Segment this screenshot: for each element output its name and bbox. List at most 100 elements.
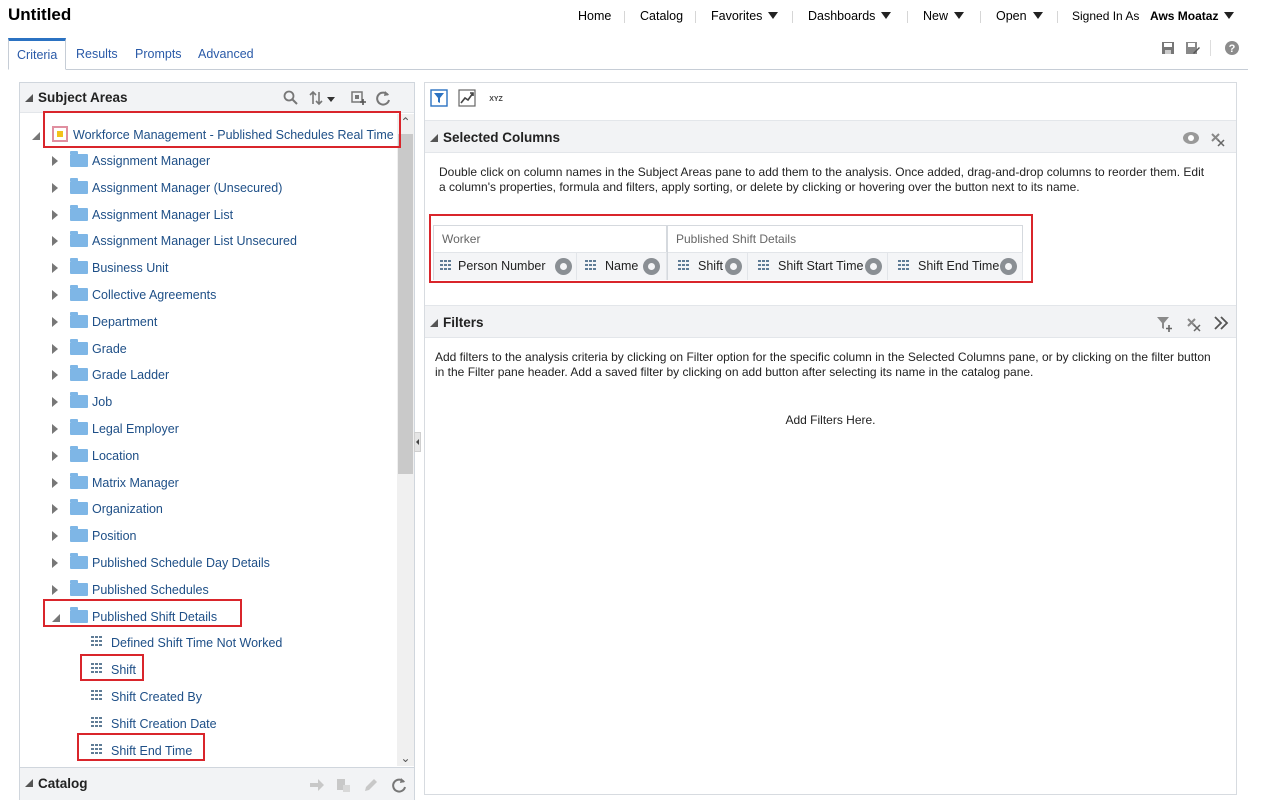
expand-arrow-icon[interactable] (52, 585, 58, 595)
tree-label[interactable]: Grade (92, 342, 127, 356)
tab-criteria[interactable]: Criteria (8, 38, 67, 70)
edit-icon[interactable] (362, 776, 380, 794)
refresh-icon[interactable] (390, 776, 408, 794)
gear-icon[interactable] (725, 258, 742, 275)
expand-arrow-icon[interactable] (52, 558, 58, 568)
expand-arrow-icon[interactable] (52, 397, 58, 407)
xyz-view-icon[interactable]: XYZ (486, 89, 506, 107)
expand-arrow-icon[interactable] (52, 156, 58, 166)
tree-folder-item[interactable]: Collective Agreements (20, 282, 397, 308)
save-icon[interactable] (1160, 40, 1176, 56)
tree-label[interactable]: Published Shift Details (92, 610, 217, 624)
tree-column-item[interactable]: Defined Shift Time Not Worked (20, 630, 397, 656)
expand-arrow-icon[interactable] (52, 531, 58, 541)
tree-label[interactable]: Location (92, 449, 139, 463)
tree-folder-item[interactable]: Job (20, 389, 397, 415)
collapse-icon[interactable] (430, 319, 438, 327)
save-as-icon[interactable] (1184, 40, 1200, 56)
nav-open-menu[interactable]: Open (996, 9, 1043, 23)
chevron-up-icon[interactable]: ⌃ (397, 114, 414, 130)
tree-label[interactable]: Assignment Manager List (92, 208, 233, 222)
tree-label[interactable]: Published Schedule Day Details (92, 556, 270, 570)
gear-icon[interactable] (555, 258, 572, 275)
collapse-arrow-icon[interactable] (52, 614, 60, 622)
nav-new-menu[interactable]: New (923, 9, 965, 23)
tree-folder-item[interactable]: Published Schedules (20, 577, 397, 603)
tree-root-subject-area[interactable]: Workforce Management - Published Schedul… (20, 122, 397, 148)
eye-icon[interactable] (1182, 131, 1200, 145)
tree-label[interactable]: Defined Shift Time Not Worked (111, 636, 282, 650)
tree-label[interactable]: Published Schedules (92, 583, 209, 597)
gear-icon[interactable] (865, 258, 882, 275)
tree-label[interactable]: Workforce Management - Published Schedul… (73, 128, 394, 142)
tree-folder-item[interactable]: Business Unit (20, 255, 397, 281)
tree-folder-item[interactable]: Grade (20, 336, 397, 362)
tree-folder-item[interactable]: Grade Ladder (20, 362, 397, 388)
tree-folder-item[interactable]: Assignment Manager List (20, 202, 397, 228)
tree-label[interactable]: Shift Created By (111, 690, 202, 704)
refresh-icon[interactable] (374, 89, 392, 107)
tree-label[interactable]: Assignment Manager (92, 154, 210, 168)
expand-arrow-icon[interactable] (52, 504, 58, 514)
tree-label[interactable]: Business Unit (92, 261, 168, 275)
collapse-icon[interactable] (25, 94, 33, 102)
tree-folder-item[interactable]: Location (20, 443, 397, 469)
tree-scrollbar[interactable]: ⌃ ⌄ (397, 114, 414, 766)
user-menu[interactable]: Aws Moataz (1150, 9, 1235, 23)
tree-label[interactable]: Shift Creation Date (111, 717, 217, 731)
expand-arrow-icon[interactable] (52, 344, 58, 354)
catalog-item-icon[interactable] (334, 776, 352, 794)
tree-label[interactable]: Assignment Manager List Unsecured (92, 234, 297, 248)
sort-icon[interactable] (308, 89, 338, 107)
arrow-right-icon[interactable] (308, 776, 326, 794)
add-filter-icon[interactable] (1156, 315, 1174, 333)
gear-icon[interactable] (643, 258, 660, 275)
tree-label[interactable]: Legal Employer (92, 422, 179, 436)
tree-folder-item[interactable]: Assignment Manager (20, 148, 397, 174)
tree-folder-item[interactable]: Matrix Manager (20, 470, 397, 496)
tree-folder-item[interactable]: Organization (20, 496, 397, 522)
expand-arrow-icon[interactable] (52, 210, 58, 220)
tree-label[interactable]: Organization (92, 502, 163, 516)
expand-arrow-icon[interactable] (52, 290, 58, 300)
search-icon[interactable] (282, 89, 300, 107)
column-chip-name[interactable]: Name (577, 252, 667, 280)
tree-label[interactable]: Shift End Time (111, 744, 192, 758)
tree-folder-item[interactable]: Assignment Manager (Unsecured) (20, 175, 397, 201)
expand-arrow-icon[interactable] (52, 263, 58, 273)
tree-label[interactable]: Job (92, 395, 112, 409)
add-subject-area-icon[interactable] (350, 89, 368, 107)
tree-folder-item[interactable]: Published Shift Details (20, 604, 397, 630)
tab-prompts[interactable]: Prompts (135, 38, 182, 70)
gear-icon[interactable] (1000, 258, 1017, 275)
expand-arrow-icon[interactable] (52, 478, 58, 488)
expand-arrow-icon[interactable] (52, 370, 58, 380)
filter-view-icon[interactable] (430, 89, 448, 107)
tree-folder-item[interactable]: Legal Employer (20, 416, 397, 442)
column-chip-shift-end-time[interactable]: Shift End Time (888, 252, 1023, 280)
column-chip-shift[interactable]: Shift (668, 252, 748, 280)
tree-column-item[interactable]: Shift Created By (20, 684, 397, 710)
tree-label[interactable]: Position (92, 529, 136, 543)
tree-column-item[interactable]: Shift (20, 657, 397, 683)
column-chip-person-number[interactable]: Person Number (434, 252, 577, 280)
tree-label[interactable]: Matrix Manager (92, 476, 179, 490)
remove-all-icon[interactable] (1209, 131, 1225, 147)
expand-arrow-icon[interactable] (52, 317, 58, 327)
nav-catalog-link[interactable]: Catalog (640, 9, 683, 23)
chart-view-icon[interactable] (458, 89, 476, 107)
tree-label[interactable]: Shift (111, 663, 136, 677)
tree-column-item[interactable]: Shift Creation Date (20, 711, 397, 737)
panel-splitter[interactable] (414, 432, 421, 452)
tree-label[interactable]: Department (92, 315, 157, 329)
nav-home-link[interactable]: Home (578, 9, 611, 23)
help-icon[interactable]: ? (1224, 40, 1240, 56)
nav-dashboards-menu[interactable]: Dashboards (808, 9, 892, 23)
expand-arrow-icon[interactable] (52, 236, 58, 246)
collapse-icon[interactable] (430, 134, 438, 142)
column-chip-shift-start-time[interactable]: Shift Start Time (748, 252, 888, 280)
tree-label[interactable]: Assignment Manager (Unsecured) (92, 181, 282, 195)
nav-favorites-menu[interactable]: Favorites (711, 9, 779, 23)
tree-label[interactable]: Grade Ladder (92, 368, 169, 382)
expand-arrow-icon[interactable] (52, 424, 58, 434)
